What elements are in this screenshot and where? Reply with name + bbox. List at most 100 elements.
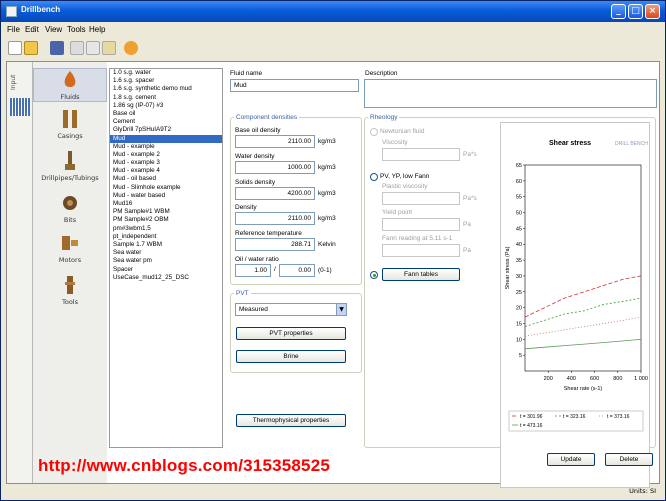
description-input[interactable] [364, 79, 657, 108]
plastic-viscosity-label: Plastic viscosity [382, 183, 428, 190]
plastic-viscosity-unit-label: Pa*s [463, 195, 477, 202]
fluid-list-item[interactable]: Sea water pm [110, 257, 222, 265]
pv-yp-radio[interactable] [370, 173, 378, 181]
fluid-list-item[interactable]: Cement [110, 118, 222, 126]
fluid-name-input[interactable]: Mud [230, 79, 359, 92]
y-tick-label: 45 [516, 226, 522, 232]
fluid-list-item[interactable]: UseCase_mud12_25_DSC [110, 274, 222, 282]
y-tick-label: 30 [516, 274, 522, 280]
fluid-list-item[interactable]: PM Sample#2 OBM [110, 216, 222, 224]
fluid-list-item[interactable]: Mud16 [110, 200, 222, 208]
tool-icon [65, 276, 75, 294]
fluid-list-item[interactable]: pm#3wbm1.5 [110, 225, 222, 233]
tab-input[interactable]: Input [10, 68, 30, 90]
brine-button[interactable]: Brine [236, 350, 346, 363]
run-icon[interactable] [124, 41, 138, 55]
chevron-down-icon[interactable]: ▼ [336, 304, 346, 315]
solids-density-input[interactable]: 4200.00 [235, 187, 315, 200]
menu-edit[interactable]: Edit [25, 25, 39, 34]
paste-icon[interactable] [102, 41, 116, 55]
simulation-tab-icon[interactable] [10, 98, 30, 116]
water-density-input[interactable]: 1000.00 [235, 161, 315, 174]
newtonian-radio[interactable] [370, 128, 378, 136]
fluid-list-item[interactable]: Mud - water based [110, 192, 222, 200]
fann-reading-unit-label: Pa [463, 247, 471, 254]
fluid-list-item[interactable]: Sea water [110, 249, 222, 257]
water-ratio-input[interactable]: 0.00 [279, 264, 315, 277]
menu-file[interactable]: File [7, 25, 20, 34]
category-motors[interactable]: Motors [33, 232, 107, 266]
flask-icon [64, 71, 76, 87]
category-bits[interactable]: Bits [33, 192, 107, 226]
delete-button[interactable]: Delete [605, 453, 653, 466]
density-input[interactable]: 2110.00 [235, 212, 315, 225]
fluid-list[interactable]: 1.0 s.g. water 1.6 s.g. spacer 1.6 s.g. sy… [109, 68, 223, 448]
fluid-list-item[interactable]: GlyDrill 7pSHuIA9T2 [110, 126, 222, 134]
fluid-list-item[interactable]: Spacer [110, 266, 222, 274]
y-tick-label: 10 [516, 337, 522, 343]
fluid-list-item[interactable]: Mud - Slimhole example [110, 184, 222, 192]
y-tick-label: 25 [516, 290, 522, 296]
yield-point-input[interactable] [382, 218, 460, 231]
fluid-list-item[interactable]: 1.8 s.g. cement [110, 94, 222, 102]
title-bar[interactable]: Drillbench _ □ × [1, 1, 665, 22]
x-tick-label: 200 [544, 376, 553, 382]
menu-help[interactable]: Help [89, 25, 105, 34]
fluid-list-item[interactable]: Mud - oil based [110, 175, 222, 183]
category-casings[interactable]: Casings [33, 108, 107, 142]
base-oil-density-input[interactable]: 2110.00 [235, 135, 315, 148]
fluid-list-item[interactable]: Mud - example 2 [110, 151, 222, 159]
solids-density-label: Solids density [235, 179, 276, 186]
fluid-list-item[interactable]: PM Sample#1 WBM [110, 208, 222, 216]
fluid-list-item[interactable]: 1.0 s.g. water [110, 69, 222, 77]
category-tools[interactable]: Tools [33, 274, 107, 308]
fluid-list-item[interactable]: 1.6 s.g. synthetic demo mud [110, 85, 222, 93]
fluid-list-item[interactable]: Mud - example [110, 143, 222, 151]
fluid-list-item[interactable]: Mud [110, 134, 222, 143]
update-button[interactable]: Update [547, 453, 595, 466]
fluid-list-item[interactable]: Sample 1.7 WBM [110, 241, 222, 249]
plot-area [524, 164, 642, 372]
fluid-list-item[interactable]: Base oil [110, 110, 222, 118]
viscosity-input[interactable] [382, 148, 460, 161]
casing-icon [63, 110, 77, 128]
base-oil-density-label: Base oil density [235, 127, 281, 134]
reference-temperature-input[interactable]: 288.71 [235, 238, 315, 251]
new-file-icon[interactable] [8, 41, 22, 55]
yield-point-unit-label: Pa [463, 221, 471, 228]
fluid-list-item[interactable]: pt_independent [110, 233, 222, 241]
pvt-select[interactable]: Measured [235, 303, 347, 316]
fann-tables-radio[interactable] [370, 271, 378, 279]
pvt-label: PVT [234, 290, 251, 297]
menu-tools[interactable]: Tools [67, 25, 86, 34]
category-fluids[interactable]: Fluids [33, 68, 107, 102]
component-densities-label: Component densities [234, 114, 300, 121]
fluid-list-item[interactable]: 1.86 sg (IP-07) #3 [110, 102, 222, 110]
category-label: Bits [63, 216, 77, 224]
open-folder-icon[interactable] [24, 41, 38, 55]
fluid-list-item[interactable]: 1.6 s.g. spacer [110, 77, 222, 85]
cut-icon[interactable] [86, 41, 100, 55]
thermophysical-properties-button[interactable]: Thermophysical properties [236, 414, 346, 427]
close-button[interactable]: × [645, 4, 660, 19]
fann-reading-input[interactable] [382, 244, 460, 257]
x-tick-label: 600 [590, 376, 599, 382]
ratio-separator: / [274, 266, 276, 273]
oil-ratio-input[interactable]: 1.00 [235, 264, 271, 277]
maximize-button[interactable]: □ [628, 4, 643, 19]
fann-tables-button[interactable]: Fann tables [382, 268, 460, 281]
unit-label: kg/m3 [318, 138, 336, 145]
save-icon[interactable] [50, 41, 64, 55]
legend-entry: t = 301.96 [520, 414, 543, 420]
copy-icon[interactable] [70, 41, 84, 55]
pvt-properties-button[interactable]: PVT properties [236, 327, 346, 340]
menu-view[interactable]: View [45, 25, 62, 34]
legend-entry: t = 323.16 [563, 414, 586, 420]
plastic-viscosity-input[interactable] [382, 192, 460, 205]
minimize-button[interactable]: _ [611, 4, 626, 19]
app-window: Drillbench _ □ × File Edit View Tools He… [0, 0, 666, 501]
category-drillpipes[interactable]: Drillpipes/Tubings [33, 150, 107, 184]
fluid-list-item[interactable]: Mud - example 3 [110, 159, 222, 167]
fluid-list-item[interactable]: Mud - example 4 [110, 167, 222, 175]
toolbar [6, 39, 146, 57]
